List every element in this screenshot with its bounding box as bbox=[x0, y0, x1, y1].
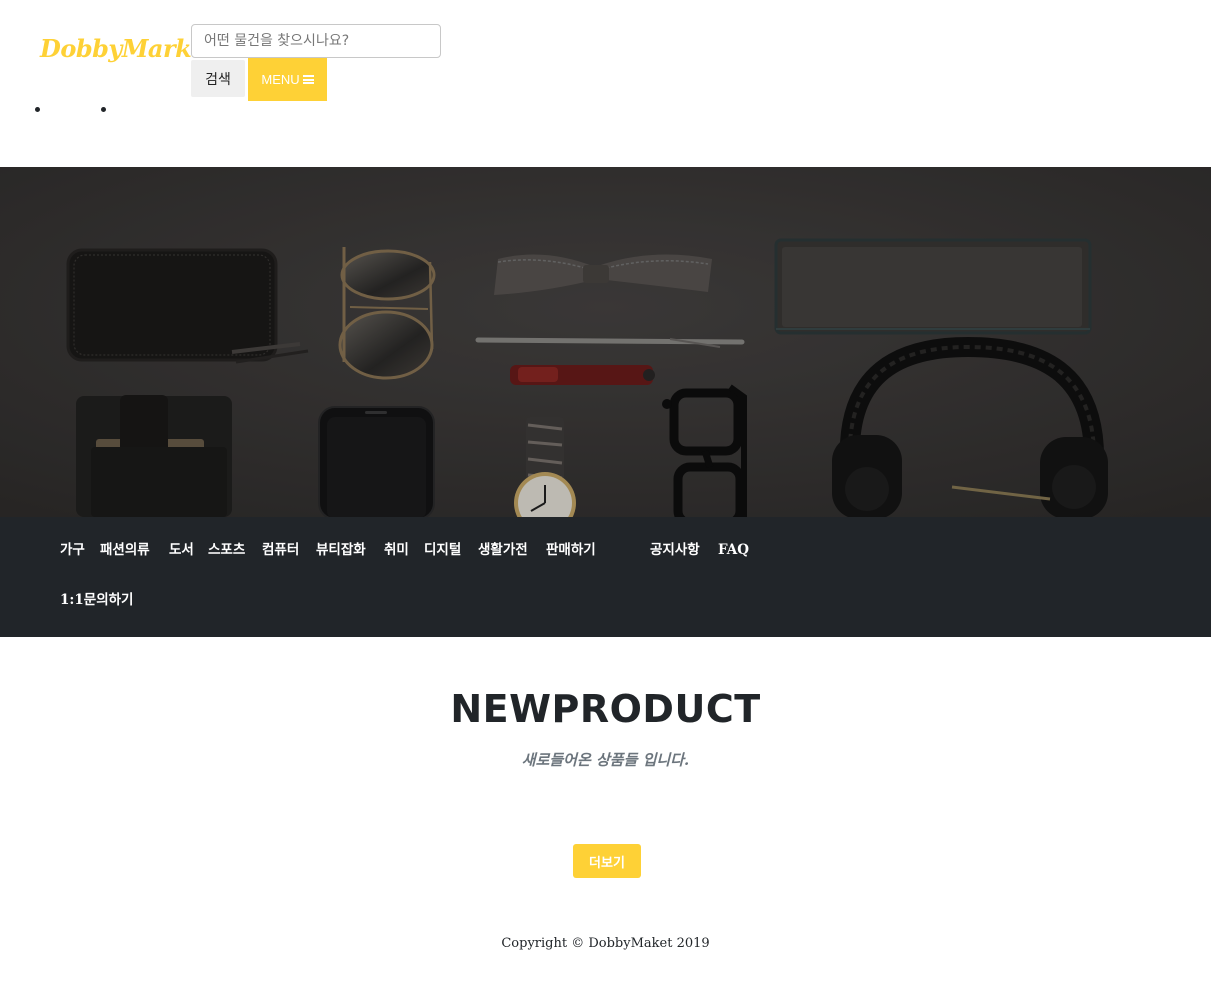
nav-item-sell[interactable]: 판매하기 bbox=[546, 543, 596, 558]
search-input[interactable] bbox=[191, 24, 441, 58]
list-bullet bbox=[101, 107, 106, 112]
category-nav: 가구 패션의류 도서 스포츠 컴퓨터 뷰티잡화 취미 디지털 생활가전 판매하기… bbox=[0, 517, 1211, 637]
section-subheading: 새로들어온 상품들 입니다. bbox=[521, 751, 690, 769]
nav-item-hobby[interactable]: 취미 bbox=[384, 543, 409, 558]
nav-item-computer[interactable]: 컴퓨터 bbox=[262, 543, 299, 558]
search-button[interactable]: 검색 bbox=[191, 60, 245, 97]
nav-item-inquiry[interactable]: 1:1문의하기 bbox=[60, 593, 133, 608]
nav-item-digital[interactable]: 디지털 bbox=[424, 543, 461, 558]
nav-item-fashion[interactable]: 패션의류 bbox=[100, 543, 150, 558]
more-button[interactable]: 더보기 bbox=[573, 844, 641, 878]
nav-item-faq[interactable]: FAQ bbox=[718, 543, 749, 558]
hero-banner bbox=[0, 167, 1211, 517]
nav-item-beauty[interactable]: 뷰티잡화 bbox=[316, 543, 366, 558]
nav-item-notice[interactable]: 공지사항 bbox=[650, 543, 700, 558]
site-header: DobbyMarket 검색 MENU bbox=[0, 0, 1211, 167]
nav-item-books[interactable]: 도서 bbox=[169, 543, 194, 558]
menu-button-label: MENU bbox=[261, 72, 300, 87]
bars-icon bbox=[302, 75, 314, 84]
hero-image bbox=[0, 167, 1211, 517]
section-heading: NEWPRODUCT bbox=[450, 687, 761, 731]
list-bullet bbox=[35, 107, 40, 112]
nav-item-sports[interactable]: 스포츠 bbox=[208, 543, 245, 558]
copyright-text: Copyright © DobbyMaket 2019 bbox=[501, 936, 710, 951]
new-product-section: NEWPRODUCT 새로들어온 상품들 입니다. 더보기 Copyright … bbox=[0, 637, 1211, 982]
menu-button[interactable]: MENU bbox=[248, 58, 327, 101]
nav-item-appliances[interactable]: 생활가전 bbox=[478, 543, 528, 558]
nav-item-furniture[interactable]: 가구 bbox=[60, 543, 85, 558]
